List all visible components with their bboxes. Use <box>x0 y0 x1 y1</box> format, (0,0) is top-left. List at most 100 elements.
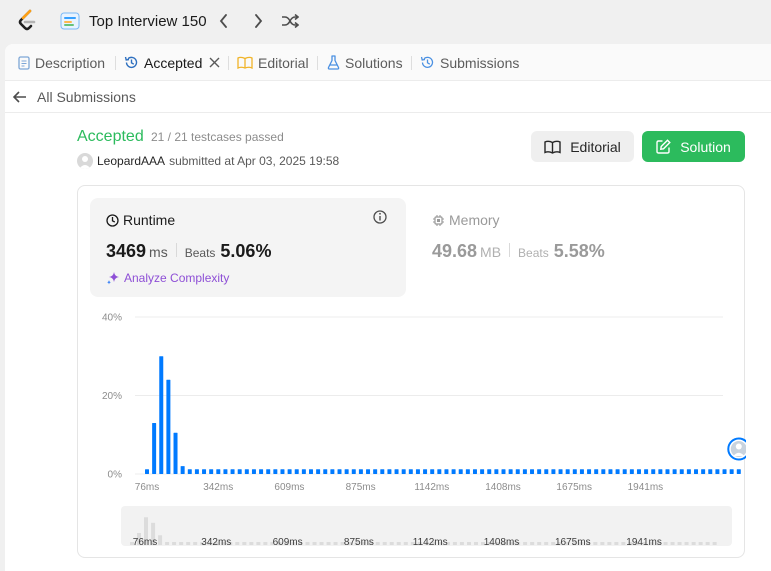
runtime-distribution-chart[interactable]: 0% 20% 40% 76ms 342ms 609ms 875ms 1142ms 1408ms 1… <box>78 186 746 559</box>
distribution-bar <box>216 469 221 474</box>
distribution-bar <box>501 469 506 474</box>
overview-bar <box>333 542 338 545</box>
overview-bar <box>684 542 689 545</box>
tab-description[interactable]: Description <box>18 44 105 81</box>
distribution-bar <box>530 469 535 474</box>
distribution-bar <box>187 469 192 474</box>
overview-tick-label: 609ms <box>273 537 303 548</box>
tab-submissions[interactable]: Submissions <box>420 44 519 81</box>
distribution-bar <box>430 469 435 474</box>
tab-editorial[interactable]: Editorial <box>237 44 309 81</box>
distribution-bar <box>166 379 171 474</box>
distribution-bar <box>494 469 499 474</box>
close-icon[interactable] <box>209 57 220 68</box>
distribution-bar <box>465 469 470 474</box>
distribution-bar <box>223 469 228 474</box>
submission-panel: Description Accepted Editorial Solutions… <box>5 44 771 571</box>
distribution-bar <box>644 469 649 474</box>
distribution-bar <box>608 469 613 474</box>
overview-bar <box>614 542 619 545</box>
distribution-bar <box>209 469 214 474</box>
distribution-bar <box>230 469 235 474</box>
distribution-bar <box>316 469 321 474</box>
distribution-bar <box>451 469 456 474</box>
distribution-bar <box>722 469 727 474</box>
user-icon <box>735 443 742 450</box>
x-tick-label: 1142ms <box>414 482 449 493</box>
distribution-bar <box>458 469 463 474</box>
overview-bar <box>712 542 717 545</box>
solution-button-label: Solution <box>680 138 731 155</box>
overview-bar <box>249 542 254 545</box>
distribution-bar <box>259 469 264 474</box>
distribution-bar <box>152 422 157 474</box>
next-problem-button[interactable] <box>247 10 269 32</box>
solution-button[interactable]: Solution <box>642 131 745 162</box>
distribution-bar <box>337 469 342 474</box>
distribution-bar <box>444 469 449 474</box>
distribution-bar <box>251 469 256 474</box>
distribution-bar <box>701 469 706 474</box>
x-tick-label: 1675ms <box>556 482 592 493</box>
x-tick-label: 1941ms <box>628 482 664 493</box>
submission-status: Accepted <box>77 128 144 145</box>
distribution-bar <box>237 469 242 474</box>
tab-bar: Description Accepted Editorial Solutions… <box>5 44 771 81</box>
overview-bar <box>396 542 401 545</box>
chevron-left-icon <box>219 14 227 28</box>
overview-bar <box>256 542 261 545</box>
leetcode-logo-icon[interactable] <box>16 9 38 33</box>
distribution-bar <box>672 469 677 474</box>
distribution-bar <box>736 469 741 474</box>
testcases-passed: 21 / 21 testcases passed <box>151 130 284 144</box>
distribution-bar <box>173 432 178 474</box>
distribution-bar <box>244 469 249 474</box>
user-icon <box>79 155 91 169</box>
distribution-bar <box>544 469 549 474</box>
overview-tick-label: 76ms <box>133 537 157 548</box>
overview-bar <box>537 542 542 545</box>
distribution-bar <box>266 469 271 474</box>
distribution-bar <box>629 469 634 474</box>
distribution-bar <box>308 469 313 474</box>
distribution-bar <box>351 469 356 474</box>
all-submissions-link[interactable]: All Submissions <box>13 88 136 106</box>
distribution-bar <box>480 469 485 474</box>
submitted-at: submitted at Apr 03, 2025 19:58 <box>169 153 340 168</box>
distribution-bar <box>387 469 392 474</box>
problem-list-selector[interactable]: Top Interview 150 <box>60 10 207 32</box>
random-problem-button[interactable] <box>279 10 301 32</box>
prev-problem-button[interactable] <box>213 10 235 32</box>
overview-tick-label: 1408ms <box>484 537 520 548</box>
overview-bar <box>242 542 247 545</box>
book-icon <box>237 56 253 69</box>
distribution-bar <box>294 469 299 474</box>
problem-list-title: Top Interview 150 <box>89 12 207 30</box>
distribution-bar <box>594 469 599 474</box>
chevron-right-icon <box>255 14 263 28</box>
distribution-bar <box>280 469 285 474</box>
overview-tick-label: 875ms <box>344 537 374 548</box>
overview-tick-label: 1675ms <box>555 537 591 548</box>
tab-description-label: Description <box>35 54 106 71</box>
history-icon <box>420 56 434 68</box>
username[interactable]: LeopardAAA <box>97 154 165 168</box>
distribution-bar <box>651 469 656 474</box>
tab-accepted[interactable]: Accepted <box>124 44 220 81</box>
overview-bar <box>165 542 170 545</box>
tab-divider <box>228 56 229 70</box>
book-open-icon <box>544 140 561 154</box>
overview-bar <box>389 542 394 545</box>
x-tick-label: 342ms <box>203 482 233 493</box>
tab-solutions[interactable]: Solutions <box>327 44 403 81</box>
x-tick-label: 1408ms <box>485 482 521 493</box>
top-bar: Top Interview 150 <box>0 0 771 44</box>
editorial-button[interactable]: Editorial <box>531 131 634 162</box>
distribution-bar <box>715 469 720 474</box>
distribution-bar <box>437 469 442 474</box>
y-tick-label: 40% <box>102 313 122 324</box>
submission-meta: LeopardAAA submitted at Apr 03, 2025 19:… <box>77 152 339 169</box>
distribution-bar <box>679 469 684 474</box>
avatar[interactable] <box>77 152 93 169</box>
overview-bar <box>263 542 268 545</box>
